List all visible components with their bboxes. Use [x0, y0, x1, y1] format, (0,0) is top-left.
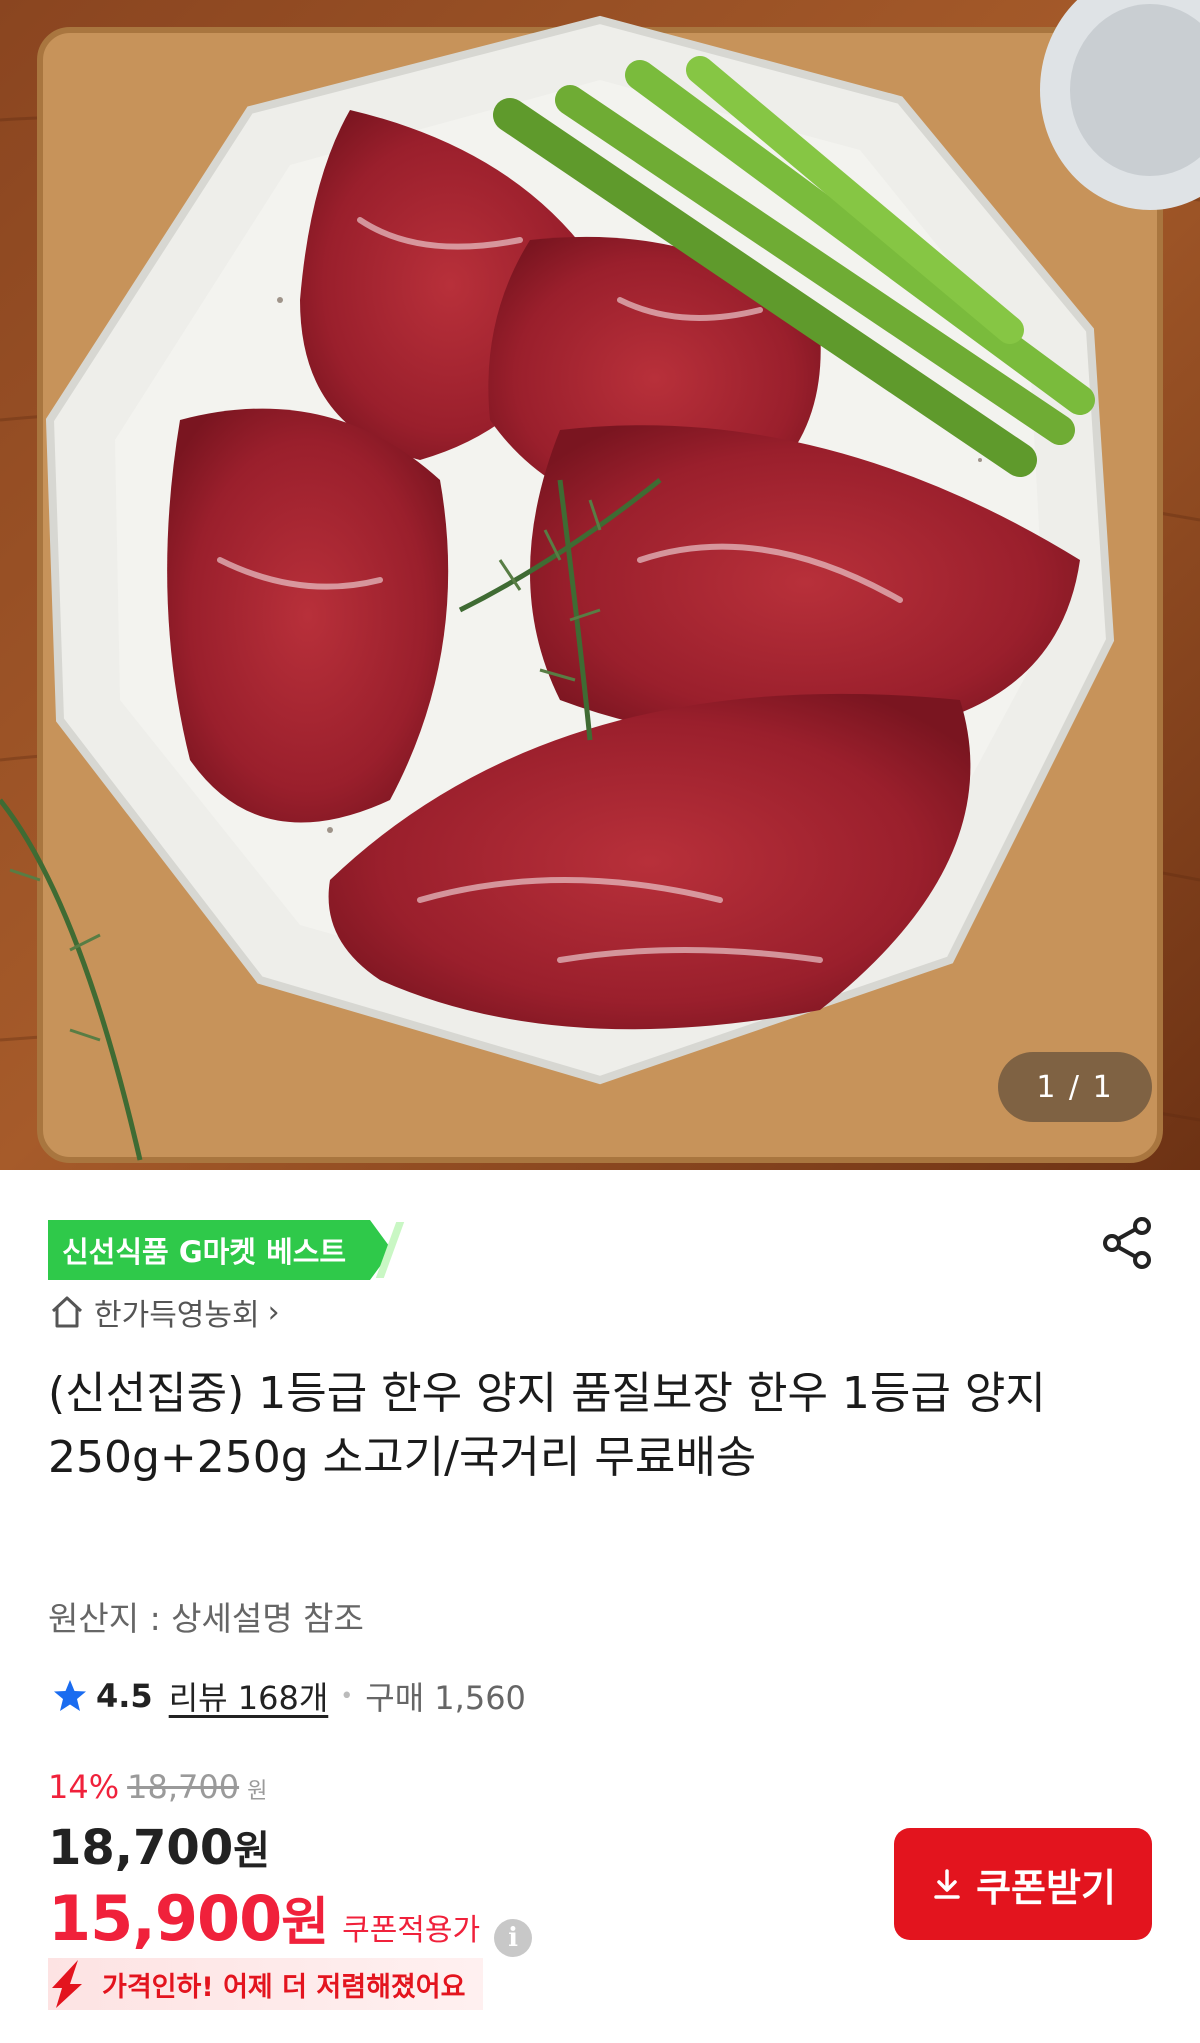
price-drop-banner: 가격인하! 어제 더 저렴해졌어요	[48, 1958, 484, 2010]
coupon-price: 15,900원	[48, 1880, 329, 1955]
review-count-link[interactable]: 리뷰 168개	[169, 1673, 329, 1719]
sale-price: 18,700원	[48, 1818, 270, 1876]
seller-link[interactable]: 한가득영농회 ›	[48, 1290, 280, 1334]
info-icon[interactable]: i	[494, 1919, 533, 1957]
purchase-count: 구매 1,560	[365, 1679, 526, 1717]
share-button[interactable]	[1098, 1214, 1156, 1272]
product-title: (신선집중) 1등급 한우 양지 품질보장 한우 1등급 양지 250g+250…	[48, 1368, 1046, 1483]
chevron-right-icon: ›	[267, 1294, 280, 1330]
discount-row: 14% 18,700 원	[48, 1768, 267, 1806]
product-image[interactable]: 1 / 1	[0, 0, 1200, 1170]
sale-price-unit: 원	[233, 1828, 271, 1874]
seller-name: 한가득영농회	[94, 1298, 260, 1333]
original-price-unit: 원	[247, 1779, 268, 1804]
coupon-price-unit: 원	[281, 1893, 329, 1953]
coupon-price-row: 15,900원 쿠폰적용가 i	[48, 1880, 533, 1957]
price-drop-message: 가격인하! 어제 더 저렴해졌어요	[102, 1971, 466, 2003]
image-counter: 1 / 1	[998, 1052, 1152, 1122]
best-badge: 신선식품 G마켓 베스트	[48, 1220, 393, 1280]
get-coupon-label: 쿠폰받기	[976, 1867, 1116, 1910]
get-coupon-button[interactable]: 쿠폰받기	[894, 1828, 1152, 1940]
separator-dot: •	[340, 1683, 354, 1709]
original-price: 18,700	[127, 1768, 240, 1806]
share-icon	[1103, 1217, 1151, 1269]
rating-score: 4.5	[96, 1677, 153, 1715]
star-icon	[54, 1680, 86, 1711]
rating-row: 4.5 리뷰 168개 • 구매 1,560	[52, 1668, 526, 1724]
home-icon	[51, 1296, 83, 1328]
coupon-price-label: 쿠폰적용가	[342, 1913, 481, 1948]
sale-price-value: 18,700	[48, 1820, 234, 1876]
product-photo	[0, 0, 1200, 1170]
arrow-down-icon	[52, 1960, 82, 2008]
download-icon	[934, 1869, 960, 1899]
product-origin: 원산지 : 상세설명 참조	[48, 1599, 364, 1638]
coupon-price-value: 15,900	[48, 1882, 282, 1955]
discount-rate: 14%	[48, 1768, 120, 1806]
